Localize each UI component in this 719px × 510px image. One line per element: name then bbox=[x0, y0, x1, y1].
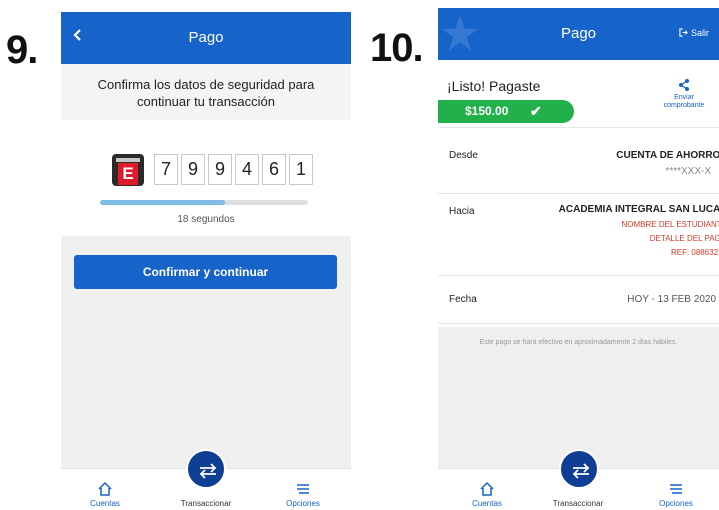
tab-accounts[interactable]: Cuentas bbox=[447, 481, 527, 508]
from-label: Desde bbox=[449, 150, 478, 161]
tab-transact-label: Transaccionar bbox=[552, 499, 604, 508]
share-label-2: comprobante bbox=[663, 102, 705, 109]
instruction-line-1: Confirma los datos de seguridad para bbox=[97, 77, 315, 92]
amount-value: $150.00 bbox=[465, 104, 509, 118]
tab-transact[interactable]: Transaccionar bbox=[166, 499, 246, 508]
transfer-icon bbox=[572, 463, 589, 479]
page-title: Pago bbox=[560, 25, 597, 42]
tab-options-label: Opciones bbox=[659, 499, 693, 508]
screen-payment-receipt: Pago Salir ¡Listo! Pagaste $150.00 ✔ Env… bbox=[438, 8, 719, 510]
token-digits[interactable]: 7 9 9 4 6 1 bbox=[154, 154, 316, 185]
transfer-icon bbox=[199, 463, 217, 479]
to-student: NOMBRE DEL ESTUDIANTE bbox=[621, 220, 719, 229]
from-row: Desde CUENTA DE AHORROS ****XXX-X bbox=[438, 138, 719, 194]
logout-button[interactable]: Salir bbox=[679, 28, 709, 38]
confirm-continue-button[interactable]: Confirmar y continuar bbox=[74, 255, 337, 289]
share-icon bbox=[679, 79, 689, 91]
date-row: Fecha HOY - 13 FEB 2020 bbox=[438, 280, 719, 324]
tab-accounts-label: Cuentas bbox=[472, 499, 502, 508]
from-masked-number: ****XXX-X bbox=[665, 166, 711, 177]
token-digit[interactable]: 4 bbox=[235, 154, 259, 185]
transact-fab[interactable] bbox=[186, 449, 226, 489]
tab-options[interactable]: Opciones bbox=[263, 481, 343, 508]
home-icon bbox=[98, 481, 112, 496]
date-value: HOY - 13 FEB 2020 bbox=[627, 294, 716, 305]
menu-icon bbox=[297, 484, 309, 494]
page-title: Pago bbox=[188, 29, 224, 46]
to-detail: DETALLE DEL PAGO bbox=[649, 234, 719, 243]
token-app-icon: E bbox=[112, 154, 144, 186]
step-number-9: 9. bbox=[6, 28, 38, 72]
transact-fab[interactable] bbox=[558, 449, 599, 489]
timer-progress-fill bbox=[100, 200, 225, 205]
bottom-tab-bar: Cuentas Transaccionar Opciones bbox=[61, 449, 351, 510]
tab-transact-label: Transaccionar bbox=[180, 499, 232, 508]
tab-options[interactable]: Opciones bbox=[636, 481, 716, 508]
timer-progress-bar bbox=[100, 200, 308, 205]
success-title: ¡Listo! Pagaste bbox=[447, 78, 541, 94]
token-app-letter: E bbox=[118, 163, 138, 185]
screen-security-confirmation: Pago Confirma los datos de seguridad par… bbox=[61, 12, 351, 510]
token-digit[interactable]: 1 bbox=[289, 154, 313, 185]
payment-notice: Este pago se hará efectivo en aproximada… bbox=[438, 327, 719, 469]
menu-icon bbox=[670, 484, 682, 494]
share-label-1: Enviar bbox=[674, 94, 694, 101]
to-row: Hacia ACADEMIA INTEGRAL SAN LUCAS NOMBRE… bbox=[438, 194, 719, 276]
step-number-10: 10. bbox=[370, 26, 424, 70]
token-digit[interactable]: 6 bbox=[262, 154, 286, 185]
bottom-tab-bar: Cuentas Transaccionar Opciones bbox=[438, 449, 719, 510]
security-instructions: Confirma los datos de seguridad para con… bbox=[61, 64, 351, 120]
timer-text: 18 segundos bbox=[177, 214, 235, 225]
instruction-line-2: continuar tu transacción bbox=[136, 94, 276, 109]
share-receipt-button[interactable]: Enviar comprobante bbox=[654, 78, 714, 110]
tab-accounts[interactable]: Cuentas bbox=[65, 481, 145, 508]
payment-success-section: ¡Listo! Pagaste $150.00 ✔ Enviar comprob… bbox=[438, 60, 719, 128]
logout-icon bbox=[679, 28, 689, 37]
tab-options-label: Opciones bbox=[286, 499, 320, 508]
logout-label: Salir bbox=[690, 28, 709, 38]
date-label: Fecha bbox=[449, 294, 477, 305]
token-digit[interactable]: 9 bbox=[208, 154, 232, 185]
home-icon bbox=[480, 481, 494, 496]
token-digit[interactable]: 9 bbox=[181, 154, 205, 185]
top-bar: Pago bbox=[61, 12, 351, 64]
top-bar: Pago Salir bbox=[438, 8, 719, 60]
token-card: E 7 9 9 4 6 1 18 segundos bbox=[61, 120, 351, 236]
to-label: Hacia bbox=[449, 206, 475, 217]
to-name: ACADEMIA INTEGRAL SAN LUCAS bbox=[558, 204, 719, 215]
tab-accounts-label: Cuentas bbox=[90, 499, 120, 508]
check-icon: ✔ bbox=[530, 103, 542, 119]
to-reference: REF: 08863225 bbox=[670, 248, 719, 257]
tab-transact[interactable]: Transaccionar bbox=[538, 499, 618, 508]
from-account: CUENTA DE AHORROS bbox=[616, 150, 719, 161]
amount-badge: $150.00 ✔ bbox=[438, 100, 574, 123]
token-digit[interactable]: 7 bbox=[154, 154, 178, 185]
